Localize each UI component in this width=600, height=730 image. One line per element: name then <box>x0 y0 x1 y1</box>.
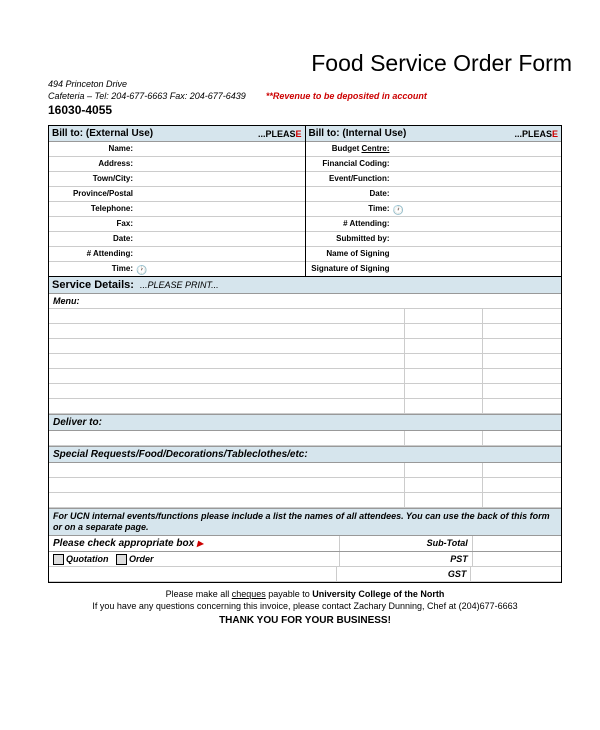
ext-town-label: Town/City: <box>49 175 136 183</box>
int-signing-name-label: Name of Signing <box>306 250 393 258</box>
menu-row: Menu: <box>49 294 561 309</box>
requests-field[interactable] <box>49 493 561 508</box>
int-signature-label: Signature of Signing <box>306 265 393 273</box>
ext-date-label: Date: <box>49 235 136 243</box>
pst-label: PST <box>339 552 472 566</box>
internal-header: Bill to: (Internal Use)...PLEASE <box>306 126 562 142</box>
subtotal-field[interactable] <box>472 536 561 551</box>
line-item[interactable] <box>49 369 561 384</box>
addr-line2: Cafeteria – Tel: 204-677-6663 Fax: 204-6… <box>48 91 562 103</box>
line-item[interactable] <box>49 324 561 339</box>
int-time-label: Time: <box>306 205 393 213</box>
line-item[interactable] <box>49 354 561 369</box>
int-budget-label: Budget Centre: <box>306 145 393 153</box>
ext-province-label: Province/Postal <box>49 190 136 198</box>
order-checkbox[interactable] <box>116 554 127 565</box>
line-item[interactable] <box>49 399 561 414</box>
footer: Please make all cheques payable to Unive… <box>48 589 562 627</box>
quotation-checkbox[interactable] <box>53 554 64 565</box>
ext-attending-label: # Attending: <box>49 250 136 258</box>
external-header: Bill to: (External Use)...PLEASE <box>49 126 305 142</box>
line-item[interactable] <box>49 384 561 399</box>
food-service-order-form: Food Service Order Form 494 Princeton Dr… <box>0 0 600 647</box>
int-submitted-label: Submitted by: <box>306 235 393 243</box>
account-number: 16030-4055 <box>48 103 562 117</box>
bill-to-external: Bill to: (External Use)...PLEASE Name: A… <box>49 126 306 276</box>
deliver-to-header: Deliver to: <box>49 414 561 431</box>
triangle-icon: ▶ <box>197 539 203 548</box>
int-coding-label: Financial Coding: <box>306 160 393 168</box>
subtotal-label: Sub-Total <box>339 536 472 551</box>
requests-field[interactable] <box>49 463 561 478</box>
clock-icon: 🕐 <box>393 205 403 215</box>
header: Food Service Order Form 494 Princeton Dr… <box>48 50 562 117</box>
addr-line1: 494 Princeton Drive <box>48 79 562 91</box>
order-label: Order <box>129 554 154 564</box>
ext-phone-label: Telephone: <box>49 205 136 213</box>
internal-events-note: For UCN internal events/functions please… <box>49 508 561 536</box>
ext-time-label: Time: <box>49 265 136 273</box>
int-time-field[interactable]: 🕐 <box>393 204 562 215</box>
bill-to-internal: Bill to: (Internal Use)...PLEASE Budget … <box>306 126 562 276</box>
revenue-note: **Revenue to be deposited in account <box>266 91 427 103</box>
ext-address-label: Address: <box>49 160 136 168</box>
int-event-label: Event/Function: <box>306 175 393 183</box>
checkbox-row: Please check appropriate box ▶ Sub-Total <box>49 536 561 552</box>
menu-label: Menu: <box>49 296 93 306</box>
address-block: 494 Princeton Drive Cafeteria – Tel: 204… <box>48 79 562 102</box>
special-requests-header: Special Requests/Food/Decorations/Tablec… <box>49 446 561 463</box>
ext-name-label: Name: <box>49 145 136 153</box>
clock-icon: 🕐 <box>136 265 146 275</box>
pst-field[interactable] <box>472 552 561 566</box>
thank-you: THANK YOU FOR YOUR BUSINESS! <box>48 614 562 627</box>
line-item[interactable] <box>49 309 561 324</box>
line-item[interactable] <box>49 339 561 354</box>
gst-label: GST <box>336 567 471 581</box>
service-details-header: Service Details:...PLEASE PRINT... <box>49 277 561 294</box>
requests-field[interactable] <box>49 478 561 493</box>
form-title: Food Service Order Form <box>48 50 572 77</box>
deliver-field[interactable] <box>49 431 561 446</box>
quotation-label: Quotation <box>66 554 109 564</box>
checkbox-header: Please check appropriate box ▶ <box>53 538 203 549</box>
int-attending-label: # Attending: <box>306 220 393 228</box>
ext-fax-label: Fax: <box>49 220 136 228</box>
form-body: Bill to: (External Use)...PLEASE Name: A… <box>48 125 562 583</box>
int-date-label: Date: <box>306 190 393 198</box>
contact-line: If you have any questions concerning thi… <box>48 601 562 613</box>
gst-field[interactable] <box>470 567 561 581</box>
payable-line: Please make all cheques payable to Unive… <box>48 589 562 601</box>
ext-time-field[interactable]: 🕐 <box>136 264 305 275</box>
